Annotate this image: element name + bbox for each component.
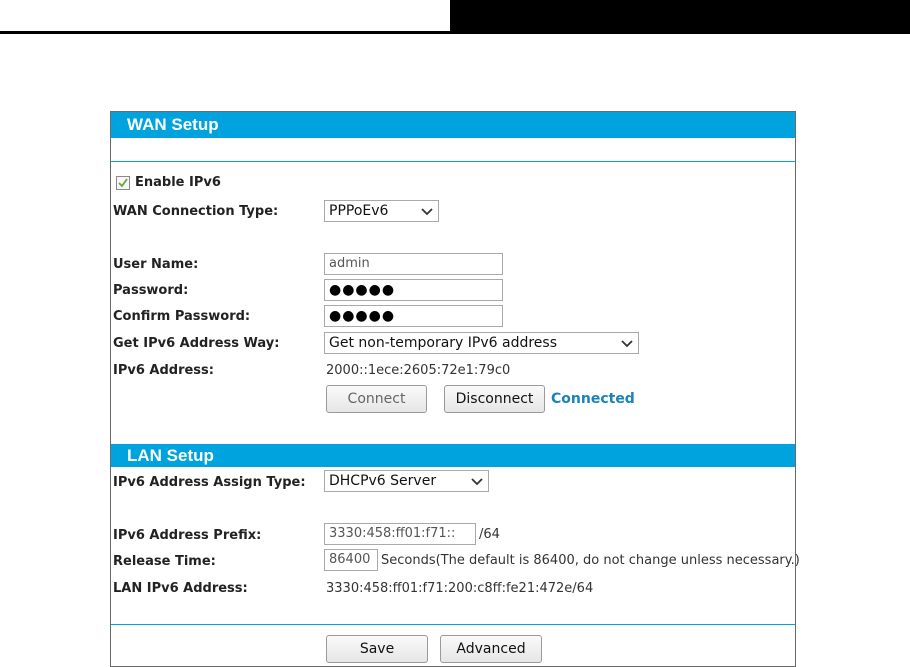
assign-type-value: DHCPv6 Server	[329, 473, 437, 489]
ipv6-settings-panel: WAN Setup Enable IPv6 WAN Connection Typ…	[110, 111, 800, 667]
document-header-bar	[450, 0, 910, 34]
checkmark-icon	[118, 178, 128, 188]
wan-setup-header: WAN Setup	[111, 112, 795, 138]
address-way-value: Get non-temporary IPv6 address	[329, 335, 557, 351]
assign-type-select[interactable]: DHCPv6 Server	[324, 470, 489, 492]
release-time-input[interactable]: 86400	[324, 549, 378, 571]
chevron-down-icon	[621, 340, 633, 348]
user-name-input[interactable]: admin	[324, 253, 503, 275]
wan-connection-type-label: WAN Connection Type:	[113, 204, 279, 219]
ipv6-address-label: IPv6 Address:	[113, 363, 214, 378]
lan-ipv6-address-label: LAN IPv6 Address:	[113, 581, 248, 596]
prefix-suffix: /64	[479, 527, 500, 542]
confirm-password-label: Confirm Password:	[113, 309, 251, 324]
ipv6-address-value: 2000::1ece:2605:72e1:79c0	[326, 363, 511, 378]
chevron-down-icon	[471, 478, 483, 486]
disconnect-button[interactable]: Disconnect	[444, 385, 545, 413]
assign-type-label: IPv6 Address Assign Type:	[113, 475, 306, 490]
enable-ipv6-label: Enable IPv6	[135, 175, 221, 190]
wan-connection-type-value: PPPoEv6	[329, 203, 389, 219]
advanced-button[interactable]: Advanced	[440, 635, 542, 663]
connection-status: Connected	[551, 391, 635, 407]
address-way-select[interactable]: Get non-temporary IPv6 address	[324, 332, 639, 354]
wan-divider	[111, 161, 795, 162]
lan-setup-header: LAN Setup	[111, 444, 795, 467]
save-button[interactable]: Save	[326, 635, 428, 663]
document-header-rule	[0, 31, 450, 34]
confirm-password-input[interactable]: ●●●●●	[324, 305, 503, 327]
address-way-label: Get IPv6 Address Way:	[113, 336, 280, 351]
chevron-down-icon	[421, 208, 433, 216]
user-name-label: User Name:	[113, 257, 199, 272]
prefix-label: IPv6 Address Prefix:	[113, 528, 262, 543]
enable-ipv6-checkbox[interactable]	[116, 176, 130, 190]
footer-divider	[111, 624, 795, 625]
prefix-input[interactable]: 3330:458:ff01:f71::	[324, 523, 476, 545]
password-label: Password:	[113, 283, 189, 298]
password-input[interactable]: ●●●●●	[324, 279, 503, 301]
lan-ipv6-address-value: 3330:458:ff01:f71:200:c8ff:fe21:472e/64	[326, 581, 594, 596]
connect-button[interactable]: Connect	[326, 385, 427, 413]
release-time-label: Release Time:	[113, 554, 216, 569]
release-time-note: Seconds(The default is 86400, do not cha…	[381, 553, 800, 568]
wan-connection-type-select[interactable]: PPPoEv6	[324, 200, 439, 222]
